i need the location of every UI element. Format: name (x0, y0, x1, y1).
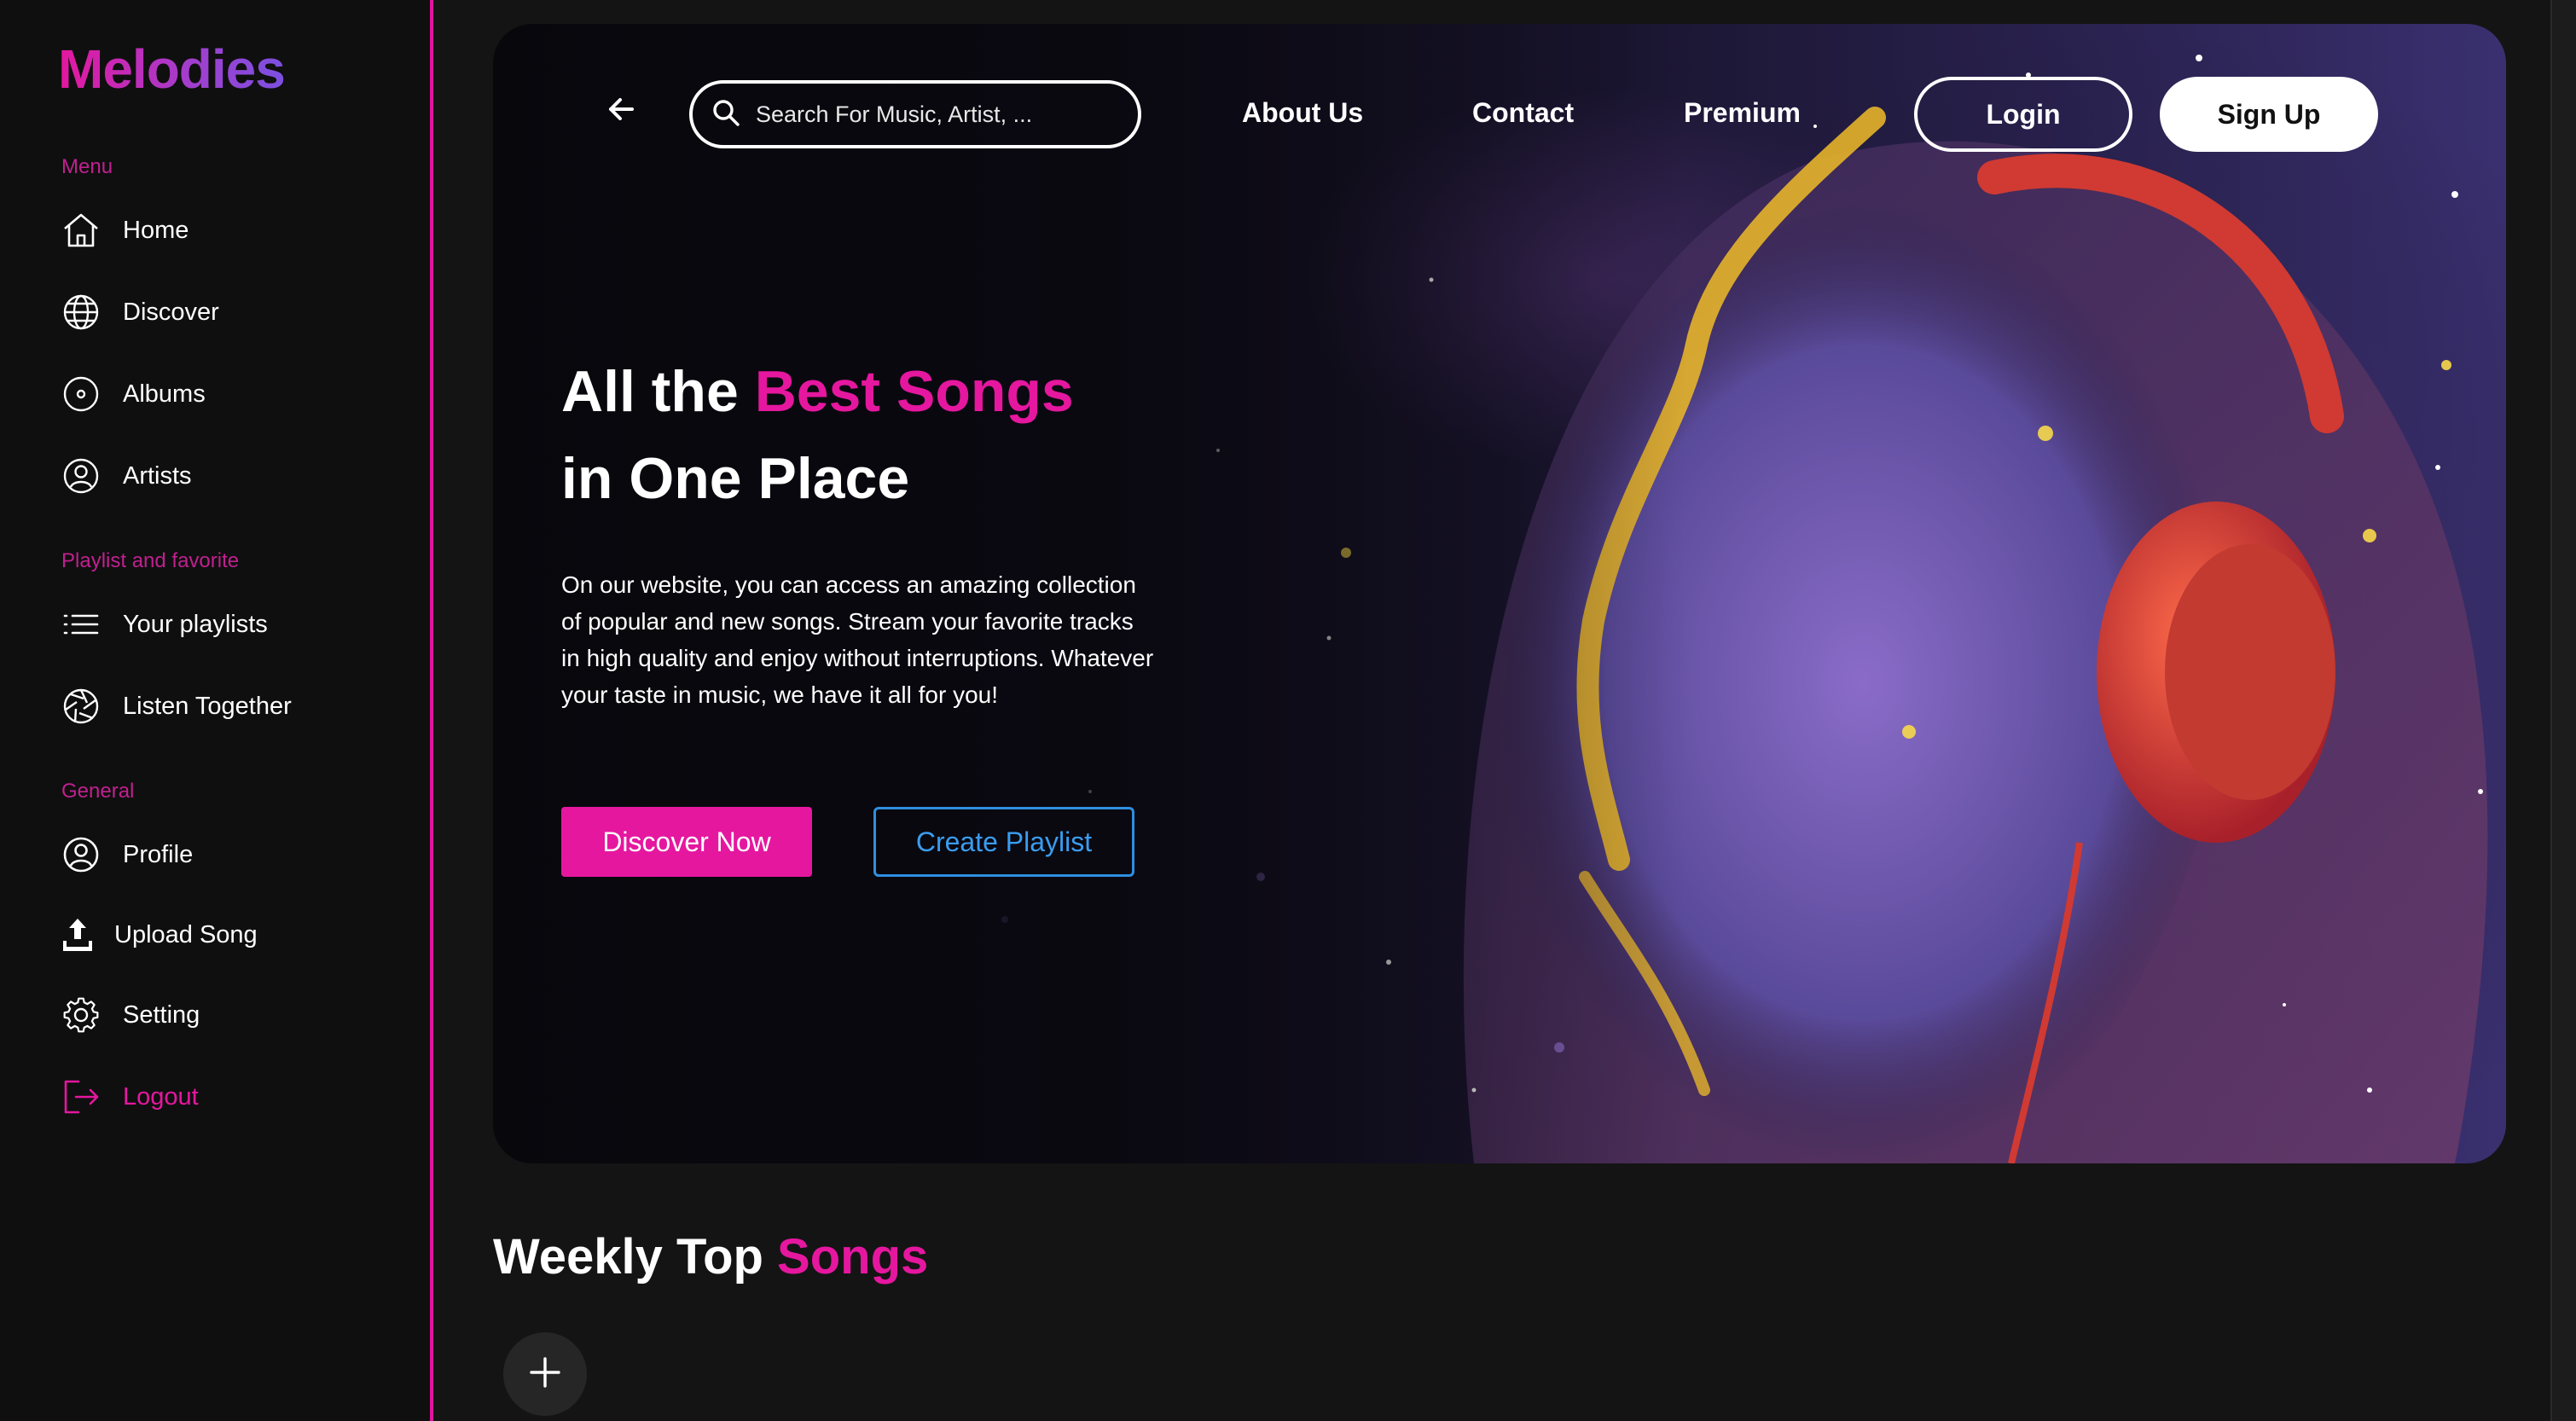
nav-link-premium[interactable]: Premium (1684, 97, 1801, 129)
signup-button[interactable]: Sign Up (2160, 77, 2378, 152)
sidebar-item-label: Profile (123, 840, 194, 868)
headline-text-line2: in One Place (561, 446, 910, 511)
section-label-general: General (61, 780, 135, 803)
sidebar-item-label: Discover (123, 298, 219, 326)
weekly-title-text: Weekly Top (493, 1229, 778, 1285)
hero-description: On our website, you can access an amazin… (561, 571, 1154, 708)
sidebar-item-label: Upload Song (114, 920, 258, 948)
sidebar-item-listen-together[interactable]: Listen Together (61, 681, 292, 732)
sidebar-item-label: Listen Together (123, 692, 292, 720)
sidebar-item-label: Logout (123, 1082, 199, 1111)
disc-icon (61, 374, 101, 414)
sidebar-item-label: Your playlists (123, 610, 268, 638)
section-label-playlist: Playlist and favorite (61, 549, 240, 572)
logout-icon (61, 1077, 101, 1116)
user-circle-icon (61, 456, 101, 496)
section-title-weekly-top: Weekly Top Songs (493, 1228, 928, 1285)
sidebar-item-setting[interactable]: Setting (61, 989, 200, 1041)
nav-link-about-us[interactable]: About Us (1242, 97, 1363, 129)
arrow-left-icon (606, 95, 635, 128)
headline-accent: Best Songs (754, 359, 1074, 424)
sidebar-item-label: Setting (123, 1000, 200, 1029)
globe-icon (61, 293, 101, 332)
sidebar-item-label: Home (123, 216, 189, 244)
sidebar-item-label: Artists (123, 461, 192, 490)
brand-logo[interactable]: Melodies (58, 38, 286, 101)
list-icon (61, 605, 101, 644)
app-window: Melodies Menu Home Discover Albums Artis (0, 0, 2576, 1421)
hero-banner: About Us Contact Premium Login Sign Up A… (493, 24, 2506, 1163)
sidebar-item-your-playlists[interactable]: Your playlists (61, 599, 268, 650)
sidebar: Melodies Menu Home Discover Albums Artis (0, 0, 433, 1421)
gear-icon (61, 995, 101, 1035)
search-icon (711, 98, 740, 131)
sidebar-item-artists[interactable]: Artists (61, 450, 192, 502)
login-button[interactable]: Login (1914, 77, 2132, 152)
search-input[interactable] (756, 101, 1114, 128)
upload-icon (58, 915, 97, 954)
add-song-button[interactable] (503, 1332, 587, 1416)
discover-now-button[interactable]: Discover Now (561, 807, 812, 877)
sidebar-item-logout[interactable]: Logout (61, 1071, 199, 1122)
nav-link-contact[interactable]: Contact (1472, 97, 1574, 129)
section-label-menu: Menu (61, 155, 113, 178)
hero-headline: All the Best Songs in One Place (561, 348, 1074, 522)
aperture-icon (61, 687, 101, 726)
sidebar-item-home[interactable]: Home (61, 205, 189, 256)
sidebar-item-albums[interactable]: Albums (61, 368, 206, 420)
profile-icon (61, 835, 101, 874)
sidebar-item-upload-song[interactable]: Upload Song (58, 909, 258, 960)
home-icon (61, 211, 101, 250)
top-navbar: About Us Contact Premium Login Sign Up (493, 24, 2506, 152)
create-playlist-button[interactable]: Create Playlist (873, 807, 1134, 877)
back-button[interactable] (604, 94, 638, 128)
plus-icon (528, 1355, 562, 1394)
weekly-title-accent: Songs (777, 1229, 929, 1285)
sidebar-item-profile[interactable]: Profile (61, 829, 193, 880)
headline-text: All the (561, 359, 755, 424)
sidebar-item-label: Albums (123, 380, 206, 408)
search-bar[interactable] (689, 80, 1141, 148)
sidebar-item-discover[interactable]: Discover (61, 287, 219, 338)
window-edge (2550, 0, 2576, 1421)
